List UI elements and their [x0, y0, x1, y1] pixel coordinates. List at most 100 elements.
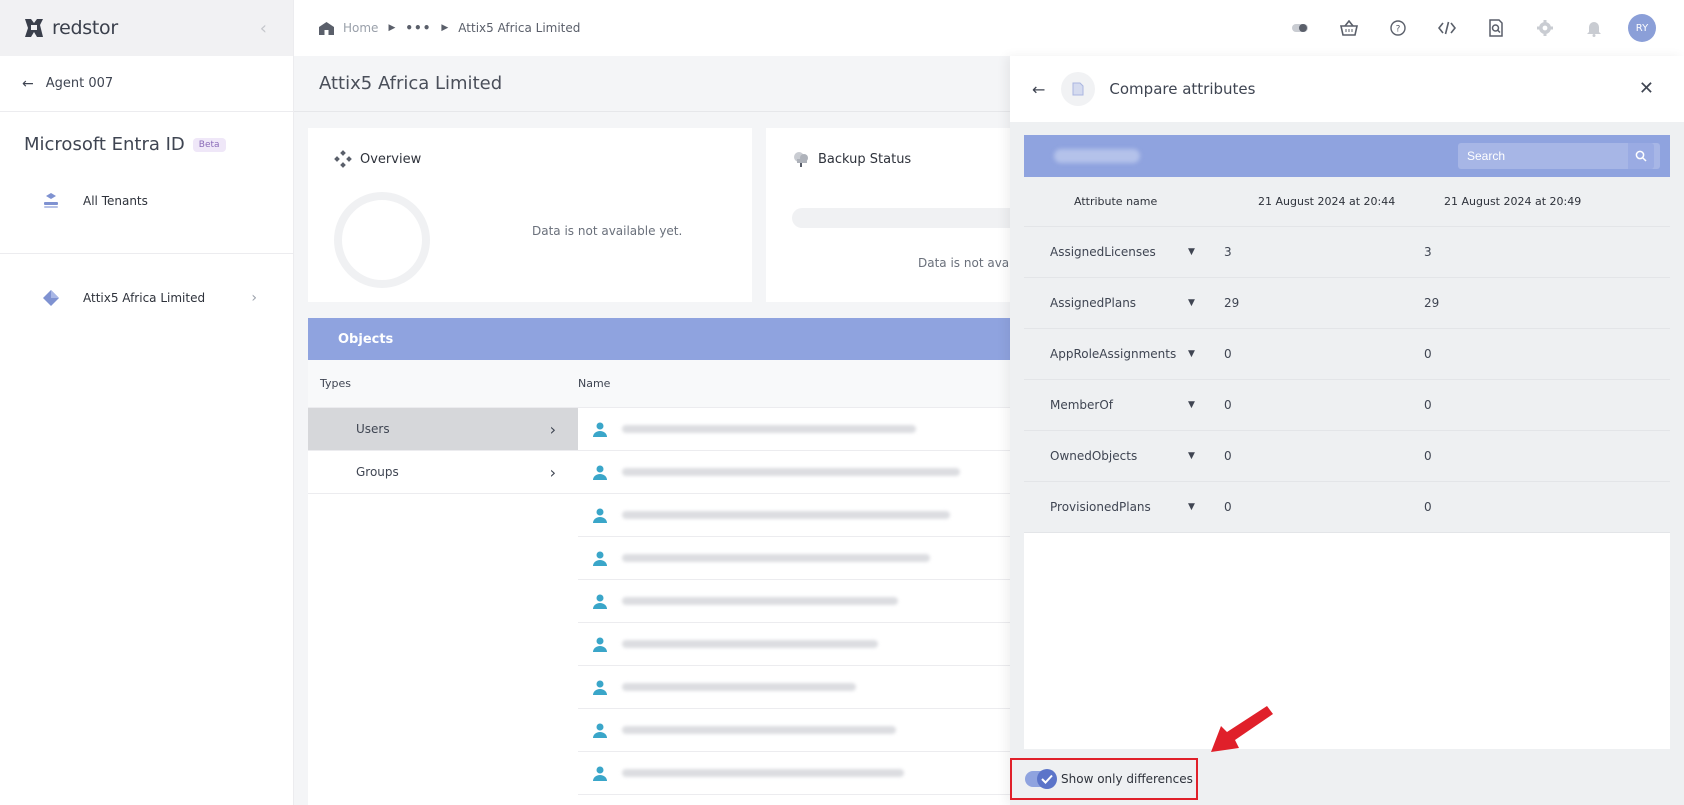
card-title: Backup Status [818, 151, 912, 167]
code-icon[interactable] [1432, 13, 1462, 43]
compare-column-headers: Attribute name 21 August 2024 at 20:44 2… [1024, 177, 1670, 227]
list-item[interactable] [578, 451, 1014, 494]
list-item[interactable] [578, 408, 1014, 451]
empty-progress-bar [792, 208, 1014, 228]
overview-title: Overview [334, 150, 421, 168]
back-to-agent-link[interactable]: ← Agent 007 [0, 56, 293, 112]
avatar[interactable]: RY [1628, 14, 1656, 42]
sidebar-item-all-tenants[interactable]: All Tenants [0, 179, 293, 223]
redacted-user [622, 597, 898, 605]
col-date-2: 21 August 2024 at 20:49 [1444, 195, 1582, 208]
redacted-username [1054, 149, 1140, 163]
value-date-2: 0 [1424, 500, 1432, 514]
collapse-sidebar-icon[interactable]: ‹ [260, 18, 267, 39]
redacted-user [622, 425, 916, 433]
summary-cards: Overview Data is not available yet. Back… [308, 128, 1014, 302]
redacted-user [622, 511, 950, 519]
attribute-name: ProvisionedPlans [1050, 500, 1151, 514]
user-icon [593, 422, 607, 437]
attribute-name: AssignedPlans [1050, 296, 1137, 310]
list-item[interactable] [578, 537, 1014, 580]
value-date-2: 0 [1424, 347, 1432, 361]
document-icon [1061, 72, 1096, 106]
compare-toolbar [1024, 135, 1670, 177]
back-arrow-icon[interactable]: ← [1032, 80, 1045, 99]
show-only-differences-toggle: Show only differences [1010, 758, 1198, 800]
value-date-1: 0 [1224, 347, 1232, 361]
sidebar-item-label: All Tenants [83, 194, 148, 208]
main-content: Attix5 Africa Limited Overview Data is n… [294, 56, 1014, 805]
user-list [578, 408, 1014, 795]
compare-table: Attribute name 21 August 2024 at 20:44 2… [1024, 135, 1670, 749]
list-item[interactable] [578, 709, 1014, 752]
panel-header: ← Compare attributes ✕ [1010, 56, 1684, 122]
redacted-user [622, 468, 960, 476]
list-item[interactable] [578, 494, 1014, 537]
product-name: Microsoft Entra ID [24, 134, 185, 155]
close-icon[interactable]: ✕ [1639, 78, 1654, 99]
beta-badge: Beta [192, 137, 226, 152]
user-icon [593, 766, 607, 781]
table-row: AppRoleAssignments ▼ 0 0 [1024, 329, 1670, 380]
empty-message: Data is not available yet. [532, 224, 683, 238]
caret-down-icon[interactable]: ▼ [1188, 502, 1224, 512]
search-icon[interactable] [1628, 143, 1654, 169]
sidebar-item-tenant[interactable]: Attix5 Africa Limited › [0, 276, 293, 320]
value-date-2: 3 [1424, 245, 1432, 259]
breadcrumb-home[interactable]: Home [343, 21, 378, 35]
empty-message: Data is not avail [918, 256, 1014, 270]
attribute-name: MemberOf [1050, 398, 1114, 412]
value-date-2: 29 [1424, 296, 1440, 310]
caret-down-icon[interactable]: ▼ [1188, 298, 1224, 308]
redacted-user [622, 726, 896, 734]
caret-down-icon[interactable]: ▼ [1188, 400, 1224, 410]
table-row: AssignedPlans ▼ 29 29 [1024, 278, 1670, 329]
overview-card: Overview Data is not available yet. [308, 128, 752, 302]
toggle-label: Show only differences [1061, 772, 1193, 786]
basket-icon[interactable] [1334, 13, 1364, 43]
type-item-users[interactable]: Users › [308, 408, 578, 451]
breadcrumb-current: Attix5 Africa Limited [458, 21, 581, 35]
type-item-groups[interactable]: Groups › [308, 451, 578, 494]
objects-column-headers: Types Name [308, 360, 1014, 408]
breadcrumb: Home ▶ ••• ▶ Attix5 Africa Limited [318, 21, 580, 36]
list-item[interactable] [578, 623, 1014, 666]
annotation-arrow-icon [1211, 706, 1273, 752]
value-date-1: 0 [1224, 398, 1232, 412]
value-date-1: 0 [1224, 449, 1232, 463]
compare-attributes-panel: ← Compare attributes ✕ Attribute name 21… [1010, 56, 1684, 805]
table-row: OwnedObjects ▼ 0 0 [1024, 431, 1670, 482]
chevron-right-icon: › [251, 290, 257, 306]
attribute-name: AssignedLicenses [1050, 245, 1156, 259]
divider [0, 253, 293, 254]
col-name[interactable]: Name [578, 377, 610, 390]
redacted-user [622, 640, 878, 648]
list-item[interactable] [578, 666, 1014, 709]
list-item[interactable] [578, 580, 1014, 623]
topbar: Home ▶ ••• ▶ Attix5 Africa Limited ? RY [294, 0, 1684, 56]
cloud-icon [794, 152, 808, 167]
redacted-user [622, 554, 930, 562]
user-icon [593, 508, 607, 523]
caret-down-icon[interactable]: ▼ [1188, 247, 1224, 257]
differences-switch[interactable] [1025, 769, 1057, 789]
col-date-1: 21 August 2024 at 20:44 [1258, 195, 1396, 208]
chevron-right-icon: › [549, 419, 556, 439]
table-row: ProvisionedPlans ▼ 0 0 [1024, 482, 1670, 533]
redstor-logo-icon [25, 19, 43, 37]
search-input[interactable] [1458, 149, 1628, 163]
toggle-icon[interactable] [1285, 13, 1315, 43]
user-icon [593, 465, 607, 480]
caret-right-icon: ▶ [388, 23, 396, 33]
product-title: Microsoft Entra ID Beta [0, 112, 293, 155]
bell-icon[interactable] [1579, 13, 1609, 43]
breadcrumb-ellipsis[interactable]: ••• [405, 21, 431, 35]
help-icon[interactable]: ? [1383, 13, 1413, 43]
search-document-icon[interactable] [1481, 13, 1511, 43]
caret-down-icon[interactable]: ▼ [1188, 451, 1224, 461]
caret-down-icon[interactable]: ▼ [1188, 349, 1224, 359]
list-item[interactable] [578, 752, 1014, 795]
arrow-left-icon: ← [22, 75, 34, 92]
home-icon[interactable] [318, 21, 335, 36]
gear-icon[interactable] [1530, 13, 1560, 43]
